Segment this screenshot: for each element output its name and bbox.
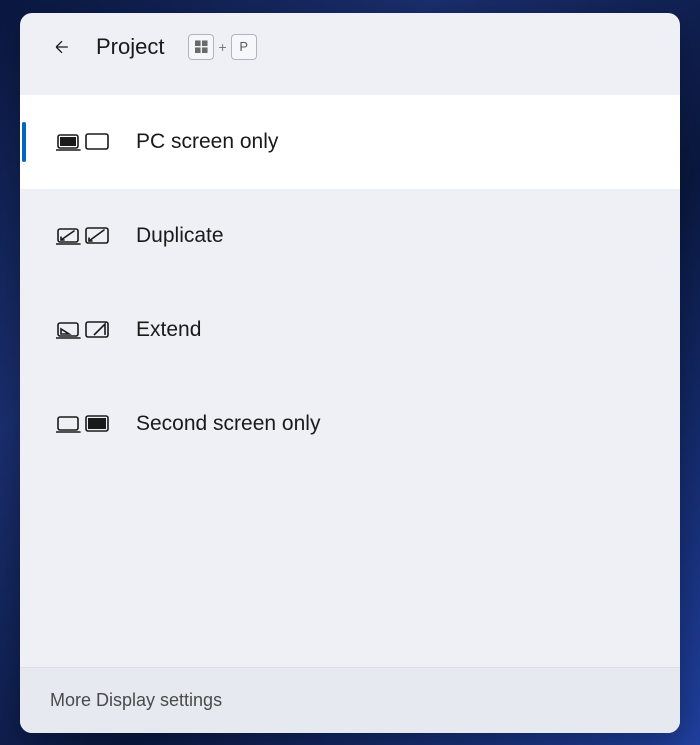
option-label: Second screen only	[136, 412, 320, 436]
option-second-screen-only[interactable]: Second screen only	[20, 377, 680, 471]
option-extend[interactable]: Extend	[20, 283, 680, 377]
plus-separator: +	[218, 39, 226, 55]
extend-icon	[56, 315, 112, 345]
back-button[interactable]	[48, 33, 76, 61]
project-options-list: PC screen only Duplicate	[20, 75, 680, 667]
option-label: Duplicate	[136, 224, 224, 248]
second-screen-only-icon	[56, 409, 112, 439]
keyboard-shortcut-hint: + P	[188, 34, 256, 60]
option-label: PC screen only	[136, 130, 278, 154]
flyout-title: Project	[96, 34, 164, 60]
flyout-footer: More Display settings	[20, 667, 680, 733]
more-display-settings-link[interactable]: More Display settings	[50, 690, 650, 711]
windows-key-icon	[188, 34, 214, 60]
option-duplicate[interactable]: Duplicate	[20, 189, 680, 283]
option-pc-screen-only[interactable]: PC screen only	[20, 95, 680, 189]
duplicate-icon	[56, 221, 112, 251]
back-arrow-icon	[52, 37, 72, 57]
flyout-header: Project + P	[20, 13, 680, 75]
p-key-icon: P	[231, 34, 257, 60]
pc-screen-only-icon	[56, 127, 112, 157]
project-flyout: Project + P	[20, 13, 680, 733]
option-label: Extend	[136, 318, 201, 342]
